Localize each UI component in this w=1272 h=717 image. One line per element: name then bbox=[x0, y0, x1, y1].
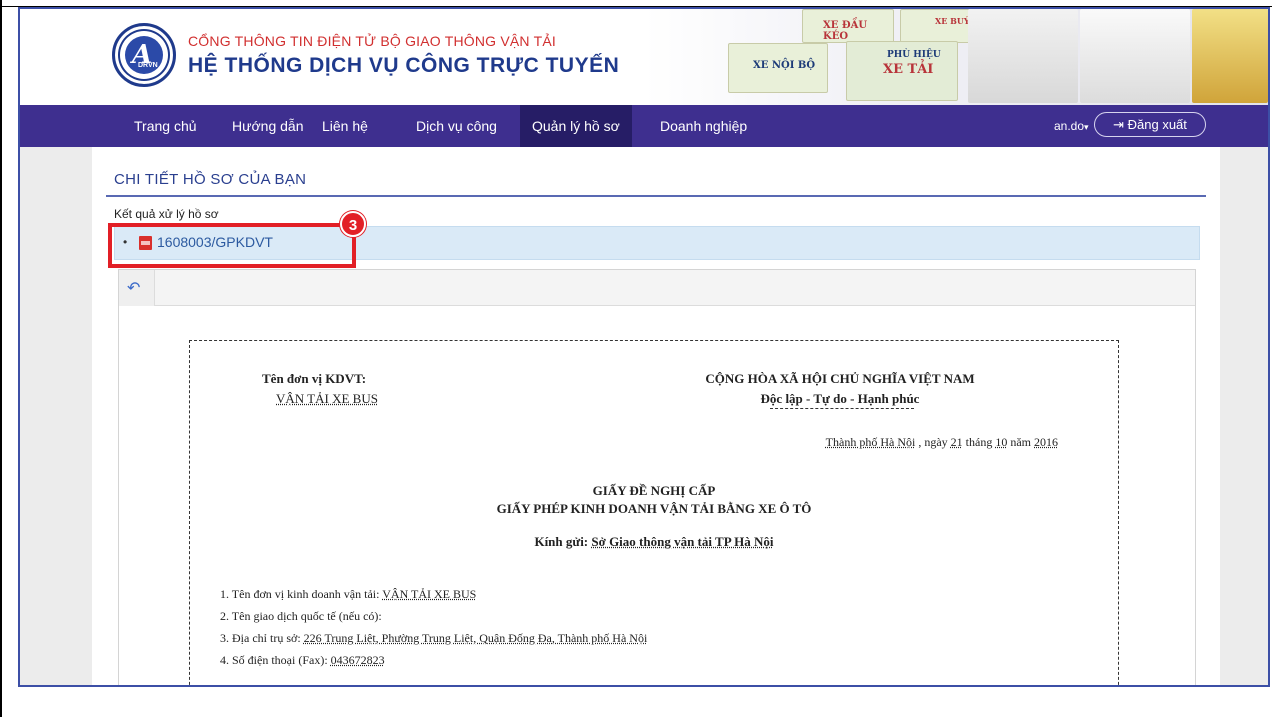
form-line-label: 3. Địa chỉ trụ sở: bbox=[220, 631, 301, 645]
phu-hieu-card: PHÙ HIỆU XE TẢI bbox=[846, 41, 958, 101]
date-place: Thành phố Hà Nội bbox=[825, 435, 916, 449]
back-button[interactable]: ↶ bbox=[119, 270, 155, 306]
caret-down-icon: ▾ bbox=[1084, 122, 1089, 132]
site-header: A DRVN CỔNG THÔNG TIN ĐIỆN TỬ BỘ GIAO TH… bbox=[20, 9, 1268, 105]
browser-page: A DRVN CỔNG THÔNG TIN ĐIỆN TỬ BỘ GIAO TH… bbox=[18, 7, 1270, 687]
car-image bbox=[968, 9, 1078, 103]
nav-quan-ly-ho-so[interactable]: Quản lý hồ sơ bbox=[520, 105, 632, 147]
date-month: 10 bbox=[995, 435, 1008, 449]
nav-lien-he[interactable]: Liên hệ bbox=[310, 105, 380, 147]
bus-image bbox=[1192, 9, 1268, 103]
nav-doanh-nghiep[interactable]: Doanh nghiệp bbox=[648, 105, 759, 147]
undo-arrow-icon: ↶ bbox=[127, 280, 141, 297]
page-title: CHI TIẾT HỒ SƠ CỦA BẠN bbox=[114, 171, 307, 188]
logo-text: DRVN bbox=[138, 62, 158, 69]
nav-dich-vu-cong[interactable]: Dịch vụ công bbox=[404, 105, 509, 147]
sign-out-icon: ⇥ bbox=[1113, 117, 1124, 132]
form-line-label: 2. Tên giao dịch quốc tế (nếu có): bbox=[220, 609, 382, 623]
unit-name-value: VẬN TẢI XE BUS bbox=[276, 391, 378, 406]
form-line-value: 043672823 bbox=[330, 653, 385, 667]
motto-heading: Độc lập - Tự do - Hạnh phúc bbox=[760, 391, 920, 406]
form-line-value: VẬN TẢI XE BUS bbox=[382, 587, 477, 601]
unit-name-label: Tên đơn vị KDVT: bbox=[262, 371, 367, 386]
viewer-toolbar: ↶ bbox=[119, 270, 1195, 306]
date-month-prefix: tháng bbox=[965, 435, 993, 449]
phu-hieu-label: PHÙ HIỆU bbox=[887, 50, 941, 60]
application-form: Tên đơn vị KDVT: VẬN TẢI XE BUS CỘNG HÒA… bbox=[189, 340, 1119, 685]
title-divider bbox=[106, 195, 1206, 197]
form-line-value: 226 Trung Liệt, Phường Trung Liệt, Quận … bbox=[303, 631, 648, 645]
motto-divider bbox=[770, 408, 914, 409]
main-navbar: Trang chủ Hướng dẫn Liên hệ Dịch vụ công… bbox=[20, 105, 1268, 147]
recipient-value: Sở Giao thông vận tải TP Hà Nội bbox=[591, 534, 774, 549]
drvn-logo[interactable]: A DRVN bbox=[112, 23, 176, 87]
user-name: an.do bbox=[1054, 119, 1085, 133]
system-title: HỆ THỐNG DỊCH VỤ CÔNG TRỰC TUYẾN bbox=[188, 54, 620, 77]
logout-label: Đăng xuất bbox=[1127, 117, 1187, 132]
highlight-annotation bbox=[108, 223, 356, 268]
date-year-prefix: năm bbox=[1010, 435, 1031, 449]
form-line-2: 2. Tên giao dịch quốc tế (nếu có): bbox=[220, 609, 382, 624]
recipient: Kính gửi: Sở Giao thông vận tải TP Hà Nộ… bbox=[190, 534, 1118, 550]
user-menu[interactable]: an.do▾ bbox=[1054, 105, 1089, 147]
form-line-3: 3. Địa chỉ trụ sở: 226 Trung Liệt, Phườn… bbox=[220, 631, 647, 646]
logout-button[interactable]: ⇥ Đăng xuất bbox=[1094, 112, 1206, 137]
xe-dau-keo-card: XE ĐẦU KÉO bbox=[802, 9, 894, 43]
document-viewer: ↶ Tên đơn vị KDVT: VẬN TẢI XE BUS CỘNG H… bbox=[118, 269, 1196, 685]
org-name: CỔNG THÔNG TIN ĐIỆN TỬ BỘ GIAO THÔNG VẬN… bbox=[188, 33, 556, 49]
nation-heading: CỘNG HÒA XÃ HỘI CHỦ NGHĨA VIỆT NAM bbox=[705, 371, 975, 386]
content-panel: CHI TIẾT HỒ SƠ CỦA BẠN Kết quả xử lý hồ … bbox=[92, 147, 1220, 685]
form-title-line1: GIẤY ĐỀ NGHỊ CẤP bbox=[592, 483, 716, 498]
document-date: Thành phố Hà Nội , ngày 21 tháng 10 năm … bbox=[826, 435, 1058, 450]
form-line-label: 1. Tên đơn vị kinh doanh vận tải: bbox=[220, 587, 380, 601]
date-day: 21 bbox=[950, 435, 963, 449]
xe-tai-label: XE TẢI bbox=[883, 62, 934, 77]
step-number-badge: 3 bbox=[340, 211, 366, 237]
form-line-label: 4. Số điện thoại (Fax): bbox=[220, 653, 328, 667]
date-day-prefix: , ngày bbox=[918, 435, 948, 449]
truck-image bbox=[1080, 9, 1190, 103]
date-year: 2016 bbox=[1034, 435, 1058, 449]
form-line-1: 1. Tên đơn vị kinh doanh vận tải: VẬN TẢ… bbox=[220, 587, 476, 602]
xe-dau-keo-label: XE ĐẦU KÉO bbox=[823, 20, 868, 42]
form-title-line2: GIẤY PHÉP KINH DOANH VẬN TẢI BẰNG XE Ô T… bbox=[496, 501, 812, 516]
nav-trang-chu[interactable]: Trang chủ bbox=[122, 105, 209, 147]
result-label: Kết quả xử lý hồ sơ bbox=[114, 207, 219, 221]
xe-noi-bo-card: XE NỘI BỘ bbox=[728, 43, 828, 93]
frame-left-border bbox=[0, 0, 2, 717]
xe-noi-bo-label: XE NỘI BỘ bbox=[753, 60, 816, 71]
nav-huong-dan[interactable]: Hướng dẫn bbox=[220, 105, 315, 147]
form-line-4: 4. Số điện thoại (Fax): 043672823 bbox=[220, 653, 385, 668]
recipient-label: Kính gửi: bbox=[534, 534, 589, 549]
